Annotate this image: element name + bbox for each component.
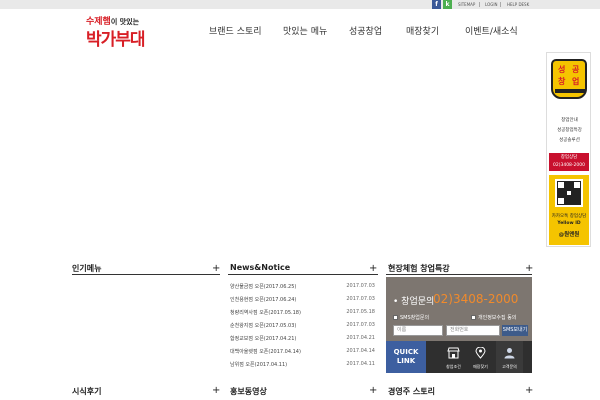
seal-band xyxy=(555,89,585,93)
startup-guide-link[interactable]: 창업안내 xyxy=(547,117,592,123)
quick-link-startup-conditions[interactable]: 창업조건 xyxy=(440,341,467,373)
sitemap-link[interactable]: SITEMAP xyxy=(458,0,475,9)
news-date: 2017.04.21 xyxy=(346,335,375,341)
privacy-agree-checkbox[interactable] xyxy=(471,315,476,320)
quick-link-label-1: QUICK xyxy=(393,348,419,356)
popular-menu-title: 인기메뉴 xyxy=(72,264,102,273)
logo-wordmark: 박가부대 xyxy=(86,30,146,50)
kakao-qr-box[interactable]: 카카오톡 창업상담 Yellow ID @원앤원 xyxy=(549,175,589,245)
privacy-agree-label: 개인정보수집 동의 xyxy=(478,315,517,321)
seminar-title: 현장체험 창업특강 xyxy=(388,264,450,273)
startup-seminar-link[interactable]: 성공창업특강 xyxy=(547,127,592,133)
inquiry-phone-number: 02)3408-2000 xyxy=(433,292,519,306)
nav-store-finder[interactable]: 매장찾기 xyxy=(406,25,439,39)
help-desk-link[interactable]: HELP DESK xyxy=(507,0,529,9)
inquiry-label: • 창업문의 xyxy=(393,297,435,307)
seal-char: 성 xyxy=(558,65,566,74)
store-icon xyxy=(447,347,460,359)
sms-inquiry-checkbox[interactable] xyxy=(393,315,398,320)
list-item[interactable]: 인천용현점 오픈(2017.06.24) 2017.07.03 xyxy=(228,293,376,304)
divider xyxy=(228,274,378,275)
nav-startup[interactable]: 성공창업 xyxy=(349,25,382,39)
news-title: 청량리역사점 오픈(2017.05.18) xyxy=(230,310,301,316)
startup-call-badge[interactable]: 창업상담 02)3408-2000 xyxy=(549,153,589,171)
quick-link-text: 고객문의 xyxy=(502,364,517,369)
seal-char: 업 xyxy=(572,77,580,86)
news-title: 양산물금점 오픈(2017.06.25) xyxy=(230,284,297,290)
popular-menu-more-icon[interactable]: + xyxy=(212,264,220,274)
yellow-id: @원앤원 xyxy=(558,232,580,238)
seminar-more-icon[interactable]: + xyxy=(525,264,533,274)
list-item[interactable]: 대백아울렛점 오픈(2017.04.14) 2017.04.14 xyxy=(228,345,376,356)
kakao-label: 카카오톡 창업상담 xyxy=(551,214,587,219)
quick-link-bar: QUICK LINK 창업조건 매장찾기 고객문의 xyxy=(386,341,532,373)
nav-brand-story[interactable]: 브랜드 스토리 xyxy=(209,25,262,39)
person-icon xyxy=(504,348,515,359)
name-input[interactable]: 이름 xyxy=(393,325,443,336)
nav-events-news[interactable]: 이벤트/새소식 xyxy=(465,25,518,39)
promo-video-title: 홍보동영상 xyxy=(230,387,267,396)
list-item[interactable]: 순천왕지점 오픈(2017.05.03) 2017.07.03 xyxy=(228,319,376,330)
owner-story-more-icon[interactable]: + xyxy=(525,386,533,396)
login-link[interactable]: LOGIN xyxy=(485,0,498,9)
divider xyxy=(386,274,532,275)
divider xyxy=(479,2,480,7)
owner-story-title: 경영주 스토리 xyxy=(388,387,435,396)
divider xyxy=(500,2,501,7)
list-item[interactable]: 청량리역사점 오픈(2017.05.18) 2017.05.18 xyxy=(228,306,376,317)
nav-menu[interactable]: 맛있는 메뉴 xyxy=(283,25,327,39)
list-item[interactable]: 합정교보점 오픈(2017.04.21) 2017.04.21 xyxy=(228,332,376,343)
call-number: 02)3408-2000 xyxy=(552,163,585,168)
quick-link-text: 창업조건 xyxy=(446,364,461,369)
news-date: 2017.04.11 xyxy=(346,361,375,367)
news-title: 합정교보점 오픈(2017.04.21) xyxy=(230,336,297,342)
startup-inquiry-box: • 창업문의 02)3408-2000 SMS창업문의 개인정보수집 동의 이름… xyxy=(386,277,532,341)
kakaostory-icon[interactable]: k xyxy=(443,0,452,9)
news-date: 2017.07.03 xyxy=(346,322,375,328)
news-date: 2017.07.03 xyxy=(346,296,375,302)
news-date: 2017.07.03 xyxy=(346,283,375,289)
quick-link-store-finder[interactable]: 매장찾기 xyxy=(467,341,494,373)
divider xyxy=(72,274,220,275)
seal-char: 공 xyxy=(572,65,580,74)
news-title: 순천왕지점 오픈(2017.05.03) xyxy=(230,323,297,329)
list-item[interactable]: 남위점 오픈(2017.04.11) 2017.04.11 xyxy=(228,358,376,369)
news-title: 인천용현점 오픈(2017.06.24) xyxy=(230,297,297,303)
sms-inquiry-label: SMS창업문의 xyxy=(400,315,430,321)
news-more-icon[interactable]: + xyxy=(369,264,377,274)
send-sms-button[interactable]: SMS보내기 xyxy=(502,325,528,336)
side-quick-banner: 성 공 창 업 창업안내 성공창업특강 성공솔루션 창업상담 02)3408-2… xyxy=(546,52,591,247)
hero-banner xyxy=(0,52,600,252)
promo-video-more-icon[interactable]: + xyxy=(369,386,377,396)
success-solution-link[interactable]: 성공솔루션 xyxy=(547,137,592,143)
quick-link-customer-inquiry[interactable]: 고객문의 xyxy=(496,341,523,373)
reviews-title: 시식후기 xyxy=(72,387,102,396)
qr-code-icon xyxy=(555,179,583,207)
phone-input[interactable]: 전화번호 xyxy=(446,325,500,336)
news-title: 남위점 오픈(2017.04.11) xyxy=(230,362,288,368)
map-pin-icon xyxy=(475,347,486,359)
reviews-more-icon[interactable]: + xyxy=(212,386,220,396)
list-item[interactable]: 양산물금점 오픈(2017.06.25) 2017.07.03 xyxy=(228,280,376,291)
quick-link-text: 매장찾기 xyxy=(473,364,488,369)
top-utility-bar: f k SITEMAP LOGIN HELP DESK xyxy=(0,0,600,9)
seal-char: 창 xyxy=(558,77,566,86)
facebook-icon[interactable]: f xyxy=(432,0,441,9)
news-date: 2017.04.14 xyxy=(346,348,375,354)
success-startup-seal[interactable]: 성 공 창 업 xyxy=(551,59,587,99)
call-label: 창업상담 xyxy=(560,155,578,160)
news-notice-title: News&Notice xyxy=(230,263,291,272)
news-date: 2017.05.18 xyxy=(346,309,375,315)
quick-link-label-2: LINK xyxy=(396,357,416,365)
news-title: 대백아울렛점 오픈(2017.04.14) xyxy=(230,349,301,355)
brand-logo[interactable]: 수제햄이 맛있는 박가부대 xyxy=(86,14,176,50)
yellow-id-label: Yellow ID xyxy=(557,221,581,226)
quick-link-label: QUICK LINK xyxy=(386,341,426,373)
